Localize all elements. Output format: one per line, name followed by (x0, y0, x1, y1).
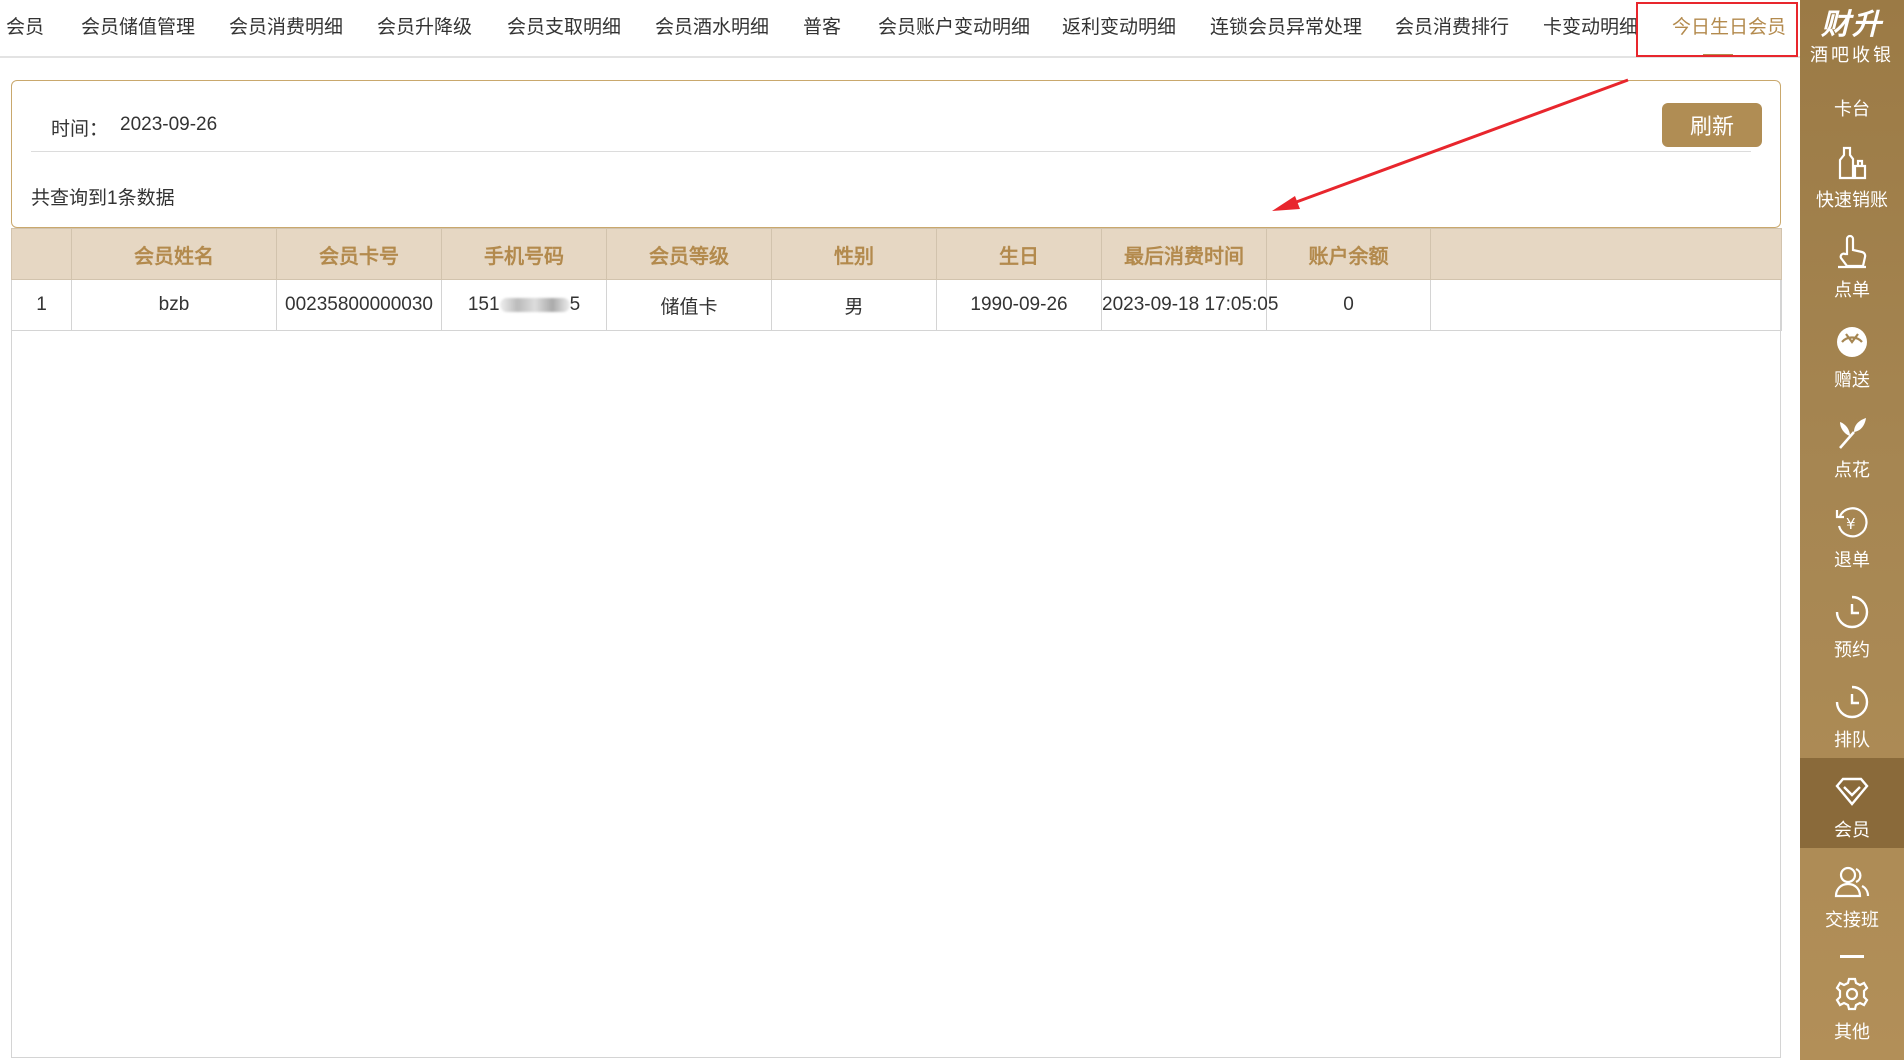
bottles-icon (1838, 146, 1867, 180)
cell-phone: 151 5 (441, 279, 607, 331)
right-sidebar: 财升 酒吧收银 卡台 快速销账 点单 赠送 点花 ¥ 退单 预约 排队 会员 交… (1800, 0, 1904, 1060)
column-header-level[interactable]: 会员等级 (606, 228, 772, 280)
sidebar-item-member[interactable]: 会员 (1800, 758, 1904, 848)
sidebar-item-gift[interactable]: 赠送 (1800, 308, 1904, 398)
svg-text:¥: ¥ (1846, 515, 1856, 533)
users-icon (1834, 866, 1870, 898)
tab-consumption-ranking[interactable]: 会员消费排行 (1395, 0, 1509, 56)
phone-redaction (499, 297, 570, 312)
tab-member-stored-value[interactable]: 会员储值管理 (81, 0, 195, 56)
table-container: 会员姓名 会员卡号 手机号码 会员等级 性别 生日 最后消费时间 账户余额 1 … (11, 228, 1782, 1058)
sidebar-item-label: 排队 (1834, 730, 1870, 750)
time-label: 时间： (51, 119, 109, 140)
sidebar-item-label: 退单 (1834, 550, 1870, 570)
annotation-highlight-box (1636, 2, 1798, 57)
tab-chain-exception[interactable]: 连锁会员异常处理 (1210, 0, 1362, 56)
sidebar-item-label: 其他 (1834, 1022, 1870, 1042)
sidebar-item-flower[interactable]: 点花 (1800, 398, 1904, 488)
cell-last-consume: 2023-09-18 17:05:05 (1101, 279, 1278, 331)
time-value[interactable]: 2023-09-26 (120, 114, 217, 136)
diamond-icon (1835, 777, 1869, 806)
sidebar-item-card-table[interactable]: 卡台 (1800, 95, 1904, 121)
brand-logo: 财升 (1820, 7, 1883, 41)
tab-account-change[interactable]: 会员账户变动明细 (878, 0, 1030, 56)
column-header-card-no[interactable]: 会员卡号 (276, 228, 442, 280)
column-header-extra (1430, 228, 1782, 280)
column-header-last-consume[interactable]: 最后消费时间 (1101, 228, 1267, 280)
sidebar-item-shift-handover[interactable]: 交接班 (1800, 848, 1904, 938)
sidebar-item-order[interactable]: 点单 (1800, 218, 1904, 308)
column-header-name[interactable]: 会员姓名 (71, 228, 277, 280)
sidebar-item-queue[interactable]: 排队 (1800, 668, 1904, 758)
tab-card-change[interactable]: 卡变动明细 (1543, 0, 1638, 56)
gift-icon (1837, 327, 1867, 357)
cell-level: 储值卡 (606, 279, 772, 331)
tab-member[interactable]: 会员 (6, 0, 44, 56)
cell-gender: 男 (771, 279, 937, 331)
sidebar-item-label: 会员 (1834, 820, 1870, 840)
brand: 财升 酒吧收银 (1800, 4, 1904, 66)
filter-panel: 时间： 2023-09-26 刷新 共查询到1条数据 (11, 80, 1781, 228)
clock-icon (1835, 595, 1869, 629)
tab-member-withdrawal[interactable]: 会员支取明细 (507, 0, 621, 56)
sidebar-item-refund[interactable]: ¥ 退单 (1800, 488, 1904, 578)
gear-icon (1835, 977, 1869, 1011)
cell-name: bzb (71, 279, 277, 331)
app-window: 会员 会员储值管理 会员消费明细 会员升降级 会员支取明细 会员酒水明细 普客 … (0, 0, 1904, 1060)
cell-extra (1430, 279, 1782, 331)
column-header-balance[interactable]: 账户余额 (1266, 228, 1431, 280)
cell-balance: 0 (1266, 279, 1431, 331)
sidebar-item-reservation[interactable]: 预约 (1800, 578, 1904, 668)
sidebar-item-label: 预约 (1834, 640, 1870, 660)
column-header-gender[interactable]: 性别 (771, 228, 937, 280)
sidebar-item-other[interactable]: 其他 (1800, 968, 1904, 1058)
table-row[interactable]: 1 bzb 00235800000030 151 5 储值卡 男 1990-09-… (11, 279, 1782, 331)
phone-suffix: 5 (569, 294, 581, 315)
hand-pointer-icon (1838, 234, 1867, 269)
cell-card-no: 00235800000030 (276, 279, 442, 331)
sidebar-item-label: 点单 (1834, 280, 1870, 300)
refund-yen-icon: ¥ (1835, 507, 1868, 538)
sidebar-item-quick-checkout[interactable]: 快速销账 (1800, 128, 1904, 218)
sidebar-item-label: 赠送 (1834, 370, 1870, 390)
tab-member-level-change[interactable]: 会员升降级 (377, 0, 472, 56)
column-header-phone[interactable]: 手机号码 (441, 228, 607, 280)
clock-icon (1835, 685, 1869, 719)
sidebar-item-label: 交接班 (1825, 910, 1879, 930)
phone-prefix: 151 (467, 294, 500, 315)
refresh-button[interactable]: 刷新 (1662, 103, 1762, 147)
sidebar-item-label: 点花 (1834, 460, 1870, 480)
cell-birthday: 1990-09-26 (936, 279, 1102, 331)
divider (1840, 955, 1864, 958)
birthday-members-table: 会员姓名 会员卡号 手机号码 会员等级 性别 生日 最后消费时间 账户余额 1 … (11, 228, 1782, 331)
column-header-index (11, 228, 72, 280)
table-header-row: 会员姓名 会员卡号 手机号码 会员等级 性别 生日 最后消费时间 账户余额 (11, 228, 1782, 280)
top-tab-bar: 会员 会员储值管理 会员消费明细 会员升降级 会员支取明细 会员酒水明细 普客 … (0, 0, 1800, 58)
tab-rebate-change[interactable]: 返利变动明细 (1062, 0, 1176, 56)
tab-guest[interactable]: 普客 (803, 0, 841, 56)
sidebar-item-label: 快速销账 (1816, 190, 1888, 210)
result-count: 共查询到1条数据 (31, 188, 175, 209)
cell-index: 1 (11, 279, 72, 331)
brand-subtitle: 酒吧收银 (1810, 45, 1894, 65)
divider (31, 151, 1751, 152)
tab-member-drinks[interactable]: 会员酒水明细 (655, 0, 769, 56)
flower-icon (1839, 418, 1866, 449)
tab-member-consumption[interactable]: 会员消费明细 (229, 0, 343, 56)
column-header-birthday[interactable]: 生日 (936, 228, 1102, 280)
